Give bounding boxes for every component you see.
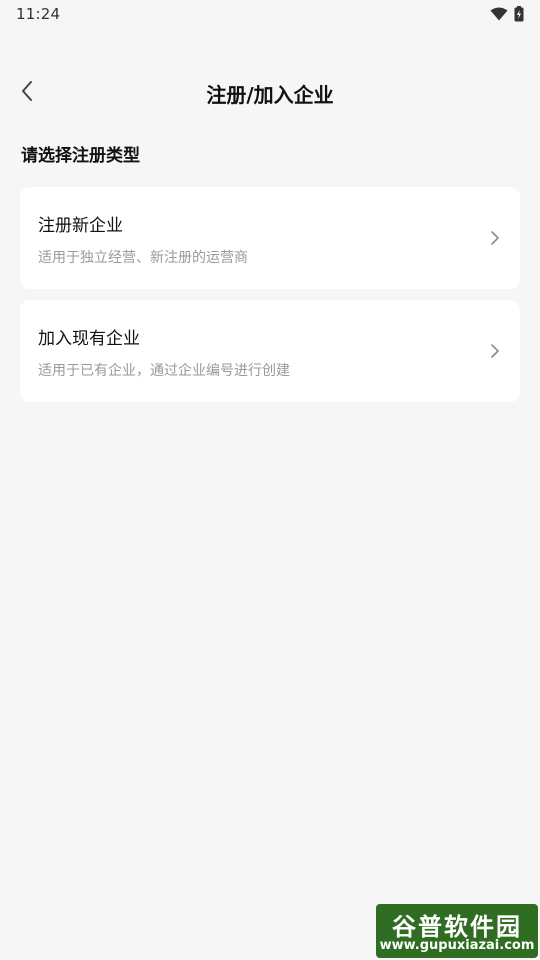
app-header: 注册/加入企业 bbox=[0, 66, 540, 120]
status-bar: 11:24 bbox=[0, 0, 540, 28]
watermark-url: www.gupuxiazai.com bbox=[379, 938, 535, 953]
chevron-right-icon bbox=[490, 343, 500, 359]
battery-charging-icon bbox=[514, 6, 524, 22]
join-existing-enterprise-card[interactable]: 加入现有企业 适用于已有企业，通过企业编号进行创建 bbox=[20, 300, 520, 402]
card-title: 加入现有企业 bbox=[38, 329, 140, 349]
watermark-logo: 谷普软件园 www.gupuxiazai.com bbox=[376, 904, 538, 958]
section-label: 请选择注册类型 bbox=[21, 146, 140, 166]
status-time: 11:24 bbox=[16, 5, 61, 23]
card-description: 适用于已有企业，通过企业编号进行创建 bbox=[38, 363, 290, 379]
wifi-icon bbox=[490, 7, 508, 21]
card-description: 适用于独立经营、新注册的运营商 bbox=[38, 250, 248, 266]
watermark-name: 谷普软件园 bbox=[392, 913, 522, 941]
status-icons bbox=[490, 6, 524, 22]
card-title: 注册新企业 bbox=[38, 216, 123, 236]
page-title: 注册/加入企业 bbox=[206, 83, 334, 107]
chevron-right-icon bbox=[490, 230, 500, 246]
register-new-enterprise-card[interactable]: 注册新企业 适用于独立经营、新注册的运营商 bbox=[20, 187, 520, 289]
